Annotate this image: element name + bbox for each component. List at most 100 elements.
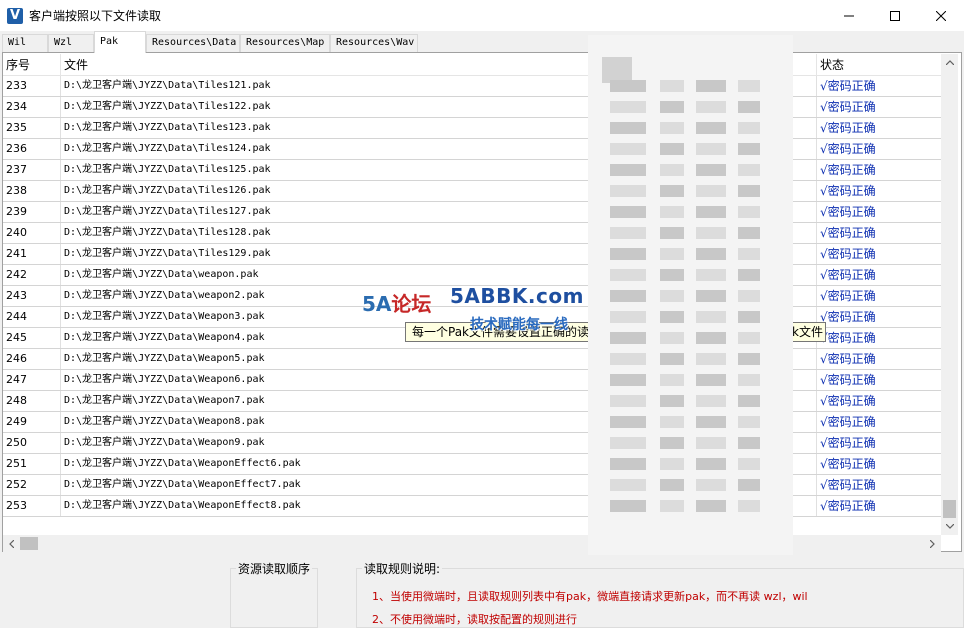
- tab-wzl[interactable]: Wzl: [48, 34, 94, 52]
- row-status: √密码正确: [820, 226, 876, 240]
- vertical-scroll-thumb[interactable]: [943, 500, 956, 518]
- horizontal-scroll-thumb[interactable]: [20, 537, 38, 550]
- obscured-block: [696, 248, 726, 260]
- scroll-down-button[interactable]: [941, 518, 958, 535]
- row-number: 233: [3, 76, 61, 96]
- app-icon: V: [7, 7, 23, 24]
- horizontal-scrollbar[interactable]: [3, 535, 941, 552]
- table-row[interactable]: 241 D:\龙卫客户端\JYZZ\Data\Tiles129.pak √密码正确: [3, 244, 941, 265]
- read-order-group: [230, 568, 318, 628]
- column-header-status[interactable]: 状态: [817, 54, 941, 76]
- obscured-block: [610, 248, 646, 260]
- tab-pak[interactable]: Pak: [94, 31, 146, 53]
- table-row[interactable]: 248 D:\龙卫客户端\JYZZ\Data\Weapon7.pak √密码正确: [3, 391, 941, 412]
- tab-resources-map[interactable]: Resources\Map: [240, 34, 330, 52]
- obscured-block: [610, 206, 646, 218]
- obscured-block: [610, 227, 646, 239]
- obscured-block: [696, 290, 726, 302]
- row-number: 240: [3, 223, 61, 243]
- vertical-scrollbar[interactable]: [941, 54, 958, 535]
- obscured-block: [696, 80, 726, 92]
- table-row[interactable]: 234 D:\龙卫客户端\JYZZ\Data\Tiles122.pak √密码正确: [3, 97, 941, 118]
- watermark-logo: 5A论坛: [362, 288, 431, 317]
- tab-resources-wav[interactable]: Resources\Wav: [330, 34, 418, 52]
- table-row[interactable]: 236 D:\龙卫客户端\JYZZ\Data\Tiles124.pak √密码正确: [3, 139, 941, 160]
- table-row[interactable]: 251 D:\龙卫客户端\JYZZ\Data\WeaponEffect6.pak √…: [3, 454, 941, 475]
- table-row[interactable]: 233 D:\龙卫客户端\JYZZ\Data\Tiles121.pak √密码正确: [3, 76, 941, 97]
- tab-strip: Wil Wzl Pak Resources\Data Resources\Map…: [0, 31, 964, 53]
- obscured-block: [696, 206, 726, 218]
- obscured-block: [738, 353, 760, 365]
- maximize-icon: [890, 10, 900, 21]
- row-status: √密码正确: [820, 331, 876, 345]
- table-row[interactable]: 247 D:\龙卫客户端\JYZZ\Data\Weapon6.pak √密码正确: [3, 370, 941, 391]
- table-row[interactable]: 250 D:\龙卫客户端\JYZZ\Data\Weapon9.pak √密码正确: [3, 433, 941, 454]
- row-number: 247: [3, 370, 61, 390]
- obscured-block: [696, 332, 726, 344]
- table-row[interactable]: 239 D:\龙卫客户端\JYZZ\Data\Tiles127.pak √密码正确: [3, 202, 941, 223]
- row-status: √密码正确: [820, 121, 876, 135]
- row-status: √密码正确: [820, 268, 876, 282]
- obscured-block: [610, 311, 646, 323]
- obscured-block: [660, 479, 684, 491]
- row-status: √密码正确: [820, 436, 876, 450]
- obscured-block: [738, 311, 760, 323]
- row-status: √密码正确: [820, 142, 876, 156]
- close-button[interactable]: [918, 0, 964, 31]
- obscured-block: [696, 479, 726, 491]
- obscured-block: [610, 269, 646, 281]
- table-row[interactable]: 237 D:\龙卫客户端\JYZZ\Data\Tiles125.pak √密码正确: [3, 160, 941, 181]
- obscured-block: [696, 269, 726, 281]
- scroll-left-button[interactable]: [3, 535, 20, 552]
- obscured-block: [610, 80, 646, 92]
- watermark-slogan: 技术赋能每一线: [470, 317, 568, 333]
- row-status: √密码正确: [820, 310, 876, 324]
- row-status: √密码正确: [820, 478, 876, 492]
- scroll-right-button[interactable]: [924, 535, 941, 552]
- obscured-block: [610, 353, 646, 365]
- tab-wil[interactable]: Wil: [2, 34, 48, 52]
- obscured-block: [660, 227, 684, 239]
- table-row[interactable]: 238 D:\龙卫客户端\JYZZ\Data\Tiles126.pak √密码正确: [3, 181, 941, 202]
- table-row[interactable]: 240 D:\龙卫客户端\JYZZ\Data\Tiles128.pak √密码正确: [3, 223, 941, 244]
- row-number: 239: [3, 202, 61, 222]
- obscured-block: [738, 185, 760, 197]
- row-number: 246: [3, 349, 61, 369]
- row-number: 244: [3, 307, 61, 327]
- watermark-logo-suffix: 论坛: [391, 292, 432, 316]
- table-row[interactable]: 252 D:\龙卫客户端\JYZZ\Data\WeaponEffect7.pak √…: [3, 475, 941, 496]
- obscured-block: [738, 206, 760, 218]
- window-controls: [826, 0, 964, 31]
- row-status: √密码正确: [820, 247, 876, 261]
- minimize-button[interactable]: [826, 0, 872, 31]
- rule-line-1: 1、当使用微端时，且读取规则列表中有pak，微端直接请求更新pak，而不再读 w…: [372, 590, 808, 603]
- chevron-down-icon: [945, 524, 954, 529]
- rules-label: 读取规则说明:: [362, 560, 443, 577]
- obscured-block: [696, 500, 726, 512]
- row-number: 234: [3, 97, 61, 117]
- obscured-block: [660, 458, 684, 470]
- row-status: √密码正确: [820, 100, 876, 114]
- scroll-up-button[interactable]: [941, 54, 958, 71]
- obscured-block: [660, 395, 684, 407]
- row-status: √密码正确: [820, 184, 876, 198]
- row-status: √密码正确: [820, 289, 876, 303]
- row-number: 252: [3, 475, 61, 495]
- maximize-button[interactable]: [872, 0, 918, 31]
- table-row[interactable]: 235 D:\龙卫客户端\JYZZ\Data\Tiles123.pak √密码正确: [3, 118, 941, 139]
- watermark: 5A论坛 5ABBK.com 技术赋能每一线: [362, 278, 612, 342]
- row-status: √密码正确: [820, 415, 876, 429]
- tab-resources-data[interactable]: Resources\Data: [146, 34, 240, 52]
- rule-line-2: 2、不使用微端时，读取按配置的规则进行: [372, 613, 577, 626]
- column-header-no[interactable]: 序号: [3, 54, 61, 76]
- obscured-block: [610, 143, 646, 155]
- table-row[interactable]: 246 D:\龙卫客户端\JYZZ\Data\Weapon5.pak √密码正确: [3, 349, 941, 370]
- table-row[interactable]: 249 D:\龙卫客户端\JYZZ\Data\Weapon8.pak √密码正确: [3, 412, 941, 433]
- obscured-block: [738, 458, 760, 470]
- row-number: 249: [3, 412, 61, 432]
- table-row[interactable]: 253 D:\龙卫客户端\JYZZ\Data\WeaponEffect8.pak √…: [3, 496, 941, 517]
- obscured-block: [696, 101, 726, 113]
- bottom-panel: 资源读取顺序 读取规则说明: 1、当使用微端时，且读取规则列表中有pak，微端直…: [0, 552, 964, 628]
- chevron-up-icon: [945, 60, 954, 65]
- row-status: √密码正确: [820, 163, 876, 177]
